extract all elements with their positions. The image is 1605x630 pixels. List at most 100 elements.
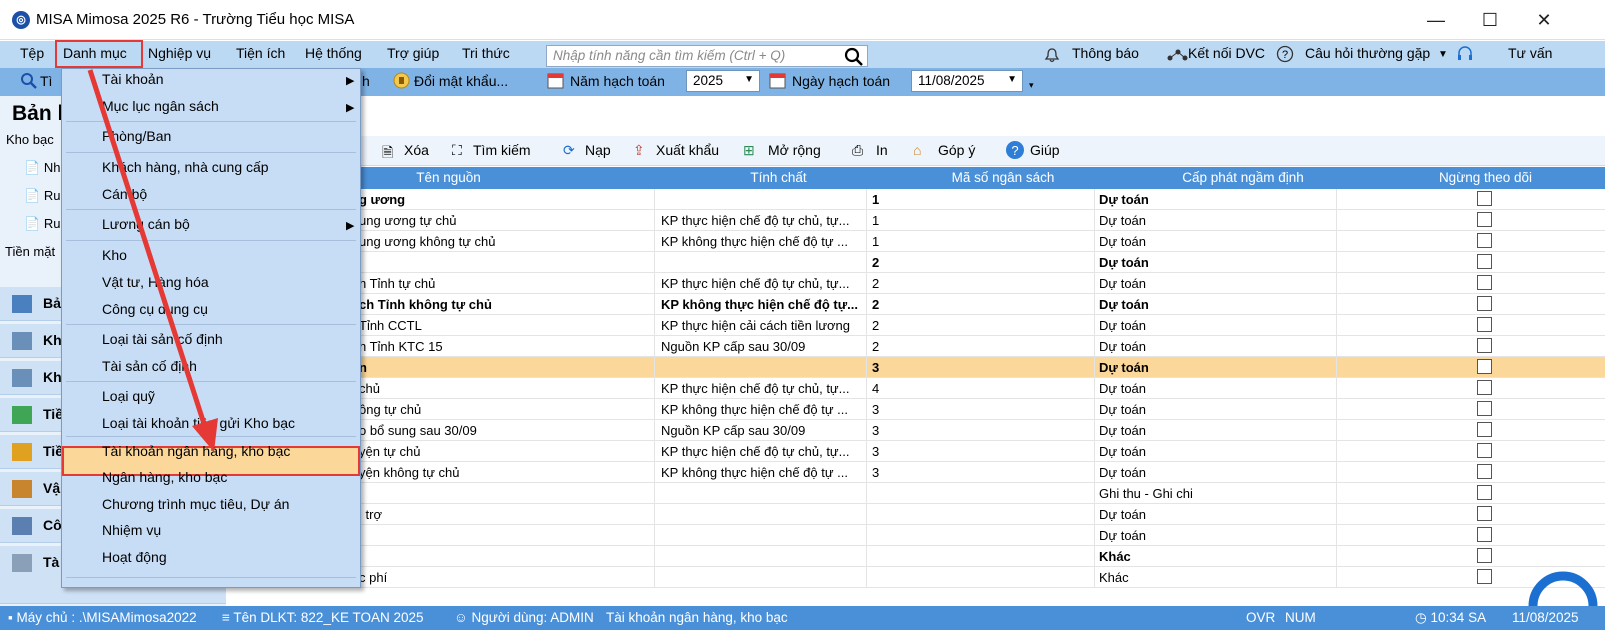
col-header-stop-tracking[interactable]: Ngừng theo dõi bbox=[1366, 170, 1605, 185]
menu-file[interactable]: Tệp bbox=[20, 45, 44, 61]
binoculars-icon[interactable]: ⛶ bbox=[452, 142, 462, 159]
close-button[interactable]: ✕ bbox=[1532, 8, 1556, 32]
stop-tracking-checkbox[interactable] bbox=[1477, 317, 1492, 332]
table-row[interactable]: Ghi thu - Ghi chi bbox=[226, 483, 1605, 504]
reload-icon[interactable]: ⟳ bbox=[563, 142, 575, 159]
column-divider bbox=[1094, 567, 1095, 588]
toolbar-overflow-icon[interactable]: ▾ bbox=[1029, 80, 1034, 91]
search-icon[interactable] bbox=[844, 47, 864, 66]
user-text: Người dùng: ADMIN bbox=[471, 610, 594, 625]
stop-tracking-checkbox[interactable] bbox=[1477, 527, 1492, 542]
headset-icon[interactable] bbox=[1456, 45, 1474, 63]
feature-search-input[interactable]: Nhập tính năng cần tìm kiếm (Ctrl + Q) bbox=[546, 45, 868, 67]
stop-tracking-checkbox[interactable] bbox=[1477, 296, 1492, 311]
menu-utilities[interactable]: Tiện ích bbox=[236, 45, 285, 61]
help-icon[interactable]: ? bbox=[1005, 140, 1025, 160]
stop-tracking-checkbox[interactable] bbox=[1477, 506, 1492, 521]
stop-tracking-checkbox[interactable] bbox=[1477, 401, 1492, 416]
dropdown-item[interactable]: Chương trình mục tiêu, Dự án bbox=[102, 496, 289, 512]
fiscal-year-select[interactable]: 2025 ▼ bbox=[686, 70, 760, 92]
key-icon[interactable] bbox=[393, 72, 410, 89]
table-row[interactable]: h Tỉnh tự chủ KP thực hiện chế độ tự chủ,… bbox=[226, 273, 1605, 294]
menu-operations[interactable]: Nghiệp vụ bbox=[148, 45, 211, 61]
posting-date-input[interactable]: 11/08/2025 ▼ bbox=[911, 70, 1023, 92]
table-row[interactable]: c phí Khác bbox=[226, 567, 1605, 588]
print-icon[interactable]: ⎙ bbox=[852, 142, 863, 159]
chevron-down-icon[interactable]: ▼ bbox=[744, 74, 754, 85]
table-row[interactable]: ung ương tự chủ KP thực hiện chế độ tự ch… bbox=[226, 210, 1605, 231]
quick-search-label[interactable]: Tì bbox=[40, 73, 52, 89]
expand-button[interactable]: Mở rộng bbox=[768, 142, 821, 158]
table-row[interactable]: o bổ sung sau 30/09 Nguồn KP cấp sau 30/0… bbox=[226, 420, 1605, 441]
stop-tracking-checkbox[interactable] bbox=[1477, 191, 1492, 206]
stop-tracking-checkbox[interactable] bbox=[1477, 569, 1492, 584]
table-row[interactable]: i trợ Dự toán bbox=[226, 504, 1605, 525]
bell-icon[interactable] bbox=[1044, 47, 1060, 63]
table-row[interactable]: h Tỉnh KTC 15 Nguồn KP cấp sau 30/09 2 Dự t… bbox=[226, 336, 1605, 357]
minimize-button[interactable]: — bbox=[1424, 8, 1448, 32]
table-row[interactable]: yện tự chủ KP thực hiện chế độ tự chủ, tự… bbox=[226, 441, 1605, 462]
dropdown-item[interactable]: Ngân hàng, kho bạc bbox=[102, 469, 227, 485]
stop-tracking-checkbox[interactable] bbox=[1477, 380, 1492, 395]
col-header-nature[interactable]: Tính chất bbox=[671, 170, 886, 185]
tree-item[interactable]: 📄 Ru bbox=[24, 188, 60, 204]
stop-tracking-checkbox[interactable] bbox=[1477, 548, 1492, 563]
table-row[interactable]: yện không tự chủ KP không thực hiện chế đ… bbox=[226, 462, 1605, 483]
column-divider bbox=[654, 210, 655, 231]
menu-help[interactable]: Trợ giúp bbox=[387, 45, 439, 61]
expand-icon[interactable]: ⊞ bbox=[743, 142, 755, 159]
help-button[interactable]: Giúp bbox=[1030, 142, 1060, 158]
table-row[interactable]: n 3 Dự toán bbox=[226, 357, 1605, 378]
table-row[interactable]: Khác bbox=[226, 546, 1605, 567]
table-row[interactable]: Tỉnh CCTL KP thực hiện cải cách tiền lươn… bbox=[226, 315, 1605, 336]
reload-button[interactable]: Nạp bbox=[585, 142, 611, 158]
stop-tracking-checkbox[interactable] bbox=[1477, 233, 1492, 248]
col-header-budget-code[interactable]: Mã số ngân sách bbox=[886, 170, 1120, 185]
stop-tracking-checkbox[interactable] bbox=[1477, 422, 1492, 437]
stop-tracking-checkbox[interactable] bbox=[1477, 485, 1492, 500]
table-row[interactable]: Dự toán bbox=[226, 525, 1605, 546]
col-header-allocation[interactable]: Cấp phát ngầm định bbox=[1120, 170, 1366, 185]
menu-system[interactable]: Hệ thống bbox=[305, 45, 362, 61]
tree-item[interactable]: 📄 Ru bbox=[24, 216, 60, 232]
search-button[interactable]: Tìm kiếm bbox=[473, 142, 531, 158]
table-row[interactable]: chủ KP thực hiện chế độ tự chủ, tự... 4 Dự … bbox=[226, 378, 1605, 399]
stop-tracking-checkbox[interactable] bbox=[1477, 359, 1492, 374]
stop-tracking-checkbox[interactable] bbox=[1477, 464, 1492, 479]
dropdown-item[interactable]: Nhiệm vụ bbox=[102, 522, 161, 538]
connect-icon[interactable] bbox=[1166, 46, 1188, 64]
export-icon[interactable]: ⇪ bbox=[633, 142, 645, 159]
stop-tracking-checkbox[interactable] bbox=[1477, 275, 1492, 290]
column-divider bbox=[866, 546, 867, 567]
faq-dropdown-icon[interactable]: ▼ bbox=[1438, 49, 1448, 60]
column-divider bbox=[1094, 483, 1095, 504]
change-password-button[interactable]: Đổi mật khẩu... bbox=[414, 73, 508, 89]
menu-knowledge[interactable]: Tri thức bbox=[462, 45, 510, 61]
search-icon[interactable] bbox=[20, 72, 38, 90]
feedback-icon[interactable]: ⌂ bbox=[913, 142, 921, 158]
stop-tracking-checkbox[interactable] bbox=[1477, 212, 1492, 227]
chevron-down-icon[interactable]: ▼ bbox=[1007, 74, 1017, 85]
stop-tracking-checkbox[interactable] bbox=[1477, 254, 1492, 269]
table-row[interactable]: ch Tỉnh không tự chủ KP không thực hiện c… bbox=[226, 294, 1605, 315]
stop-tracking-checkbox[interactable] bbox=[1477, 338, 1492, 353]
maximize-button[interactable]: ☐ bbox=[1478, 8, 1502, 32]
dropdown-item[interactable]: Hoạt động bbox=[102, 549, 167, 565]
table-row[interactable]: ông tự chủ KP không thực hiện chế độ tự .… bbox=[226, 399, 1605, 420]
delete-icon[interactable]: 🗎 bbox=[382, 142, 393, 166]
faq-link[interactable]: Câu hỏi thường gặp bbox=[1305, 45, 1430, 61]
table-row[interactable]: ung ương không tự chủ KP không thực hiện … bbox=[226, 231, 1605, 252]
tree-item[interactable]: 📄 Nh bbox=[24, 160, 60, 176]
feedback-button[interactable]: Góp ý bbox=[938, 142, 975, 158]
column-divider bbox=[866, 462, 867, 483]
delete-button[interactable]: Xóa bbox=[404, 142, 429, 158]
stop-tracking-checkbox[interactable] bbox=[1477, 443, 1492, 458]
question-icon[interactable]: ? bbox=[1276, 45, 1294, 63]
print-button[interactable]: In bbox=[876, 142, 888, 158]
table-row[interactable]: g ương 1 Dự toán bbox=[226, 189, 1605, 210]
dvc-connect-link[interactable]: Kết nối DVC bbox=[1188, 45, 1265, 61]
export-button[interactable]: Xuất khẩu bbox=[656, 142, 719, 158]
notification-link[interactable]: Thông báo bbox=[1072, 45, 1139, 61]
consult-link[interactable]: Tư vấn bbox=[1508, 45, 1552, 61]
table-row[interactable]: 2 Dự toán bbox=[226, 252, 1605, 273]
